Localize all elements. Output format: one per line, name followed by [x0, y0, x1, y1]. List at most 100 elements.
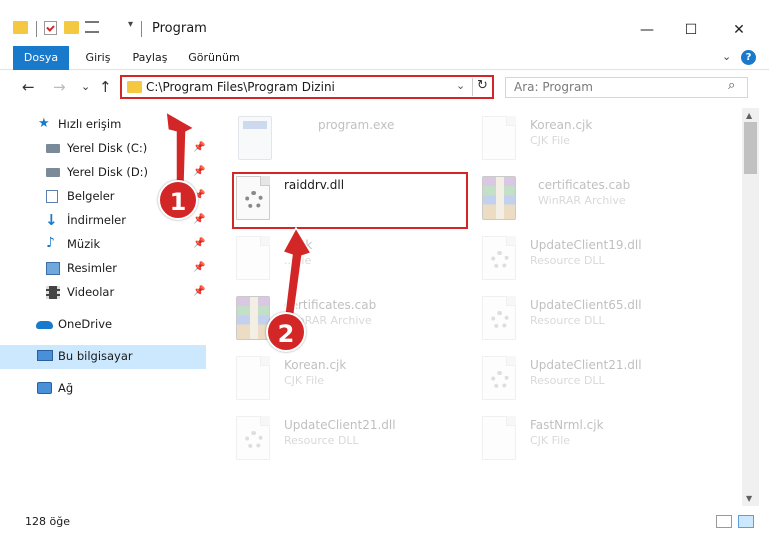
- document-icon: [482, 416, 516, 460]
- search-icon[interactable]: ⌕: [728, 78, 735, 93]
- star-icon: ★: [38, 116, 50, 131]
- sidebar-item-label: Belgeler: [67, 189, 115, 203]
- back-arrow-icon[interactable]: ←: [22, 78, 35, 96]
- details-view-icon[interactable]: [716, 515, 732, 528]
- pin-icon[interactable]: 📌: [193, 214, 205, 225]
- sidebar-item-label: Bu bilgisayar: [58, 349, 133, 363]
- ribbon-expand-icon[interactable]: ⌄: [722, 50, 731, 63]
- sidebar-item-onedrive[interactable]: OneDrive: [0, 313, 206, 337]
- sidebar-item-label: Ağ: [58, 381, 74, 395]
- file-item-updateclient65-dll[interactable]: UpdateClient65.dll Resource DLL: [482, 292, 712, 348]
- maximize-button[interactable]: ☐: [668, 16, 714, 44]
- sidebar-item-this-pc[interactable]: Bu bilgisayar: [0, 345, 206, 369]
- pin-icon[interactable]: 📌: [193, 142, 205, 153]
- file-name: ...cjk: [284, 238, 313, 252]
- scroll-down-icon[interactable]: ▼: [746, 494, 752, 503]
- sidebar-item-videos[interactable]: Videolar 📌: [0, 281, 206, 305]
- file-item-updateclient21-dll[interactable]: UpdateClient21.dll Resource DLL: [482, 352, 712, 408]
- callout-badge-2: 2: [266, 312, 306, 352]
- dll-icon: [482, 296, 516, 340]
- drive-icon: [46, 168, 60, 177]
- tab-home[interactable]: Giriş: [78, 46, 118, 70]
- view-options-icon[interactable]: [85, 21, 99, 33]
- recent-locations-icon[interactable]: ⌄: [81, 80, 90, 93]
- tab-view[interactable]: Görünüm: [184, 46, 244, 70]
- sidebar-item-music[interactable]: ♪ Müzik 📌: [0, 233, 206, 257]
- properties-icon[interactable]: [44, 21, 57, 35]
- documents-icon: [46, 190, 58, 203]
- pin-icon[interactable]: 📌: [193, 286, 205, 297]
- document-icon: [236, 356, 270, 400]
- vertical-scrollbar[interactable]: ▲ ▼: [742, 108, 759, 506]
- document-icon: [482, 116, 516, 160]
- rar-icon: [482, 176, 516, 220]
- sidebar-item-label: İndirmeler: [67, 213, 126, 227]
- minimize-button[interactable]: —: [624, 16, 670, 44]
- pin-icon[interactable]: 📌: [193, 262, 205, 273]
- sidebar-item-network[interactable]: Ağ: [0, 377, 206, 401]
- file-name: UpdateClient21.dll: [530, 358, 642, 372]
- window-title: Program: [152, 21, 207, 36]
- file-type: Resource DLL: [530, 374, 605, 387]
- sidebar-item-quick-access[interactable]: ★ Hızlı erişim: [0, 113, 206, 137]
- separator: [36, 21, 37, 37]
- document-icon: [236, 236, 270, 280]
- file-type: CJK File: [284, 374, 325, 387]
- search-input[interactable]: Ara: Program: [514, 80, 593, 94]
- folder-icon: [127, 81, 142, 93]
- search-box[interactable]: Ara: Program ⌕: [505, 77, 748, 98]
- cloud-icon: [36, 321, 53, 329]
- sidebar-item-drive-c[interactable]: Yerel Disk (C:) 📌: [0, 137, 206, 161]
- file-item-fastnrml-cjk[interactable]: FastNrml.cjk CJK File: [482, 412, 712, 468]
- file-item-certificates-cab[interactable]: certificates.cab WinRAR Archive: [482, 172, 712, 228]
- download-icon: ↓: [45, 211, 58, 229]
- sidebar-item-label: OneDrive: [58, 317, 113, 331]
- scroll-up-icon[interactable]: ▲: [746, 111, 752, 120]
- file-type: WinRAR Archive: [538, 194, 626, 207]
- file-type: CJK File: [530, 434, 571, 447]
- file-item-updateclient19-dll[interactable]: UpdateClient19.dll Resource DLL: [482, 232, 712, 288]
- address-path[interactable]: C:\Program Files\Program Dizini: [146, 80, 335, 94]
- file-type: Resource DLL: [530, 314, 605, 327]
- sidebar-item-pictures[interactable]: Resimler 📌: [0, 257, 206, 281]
- tab-share[interactable]: Paylaş: [128, 46, 172, 70]
- exe-icon: [238, 116, 272, 160]
- file-item-korean-cjk[interactable]: Korean.cjk CJK File: [236, 352, 466, 408]
- status-bar: 128 öğe: [0, 506, 769, 540]
- sidebar-item-label: Hızlı erişim: [58, 117, 122, 131]
- file-item-korean-cjk[interactable]: Korean.cjk CJK File: [482, 112, 712, 168]
- file-name: FastNrml.cjk: [530, 418, 604, 432]
- scroll-thumb[interactable]: [744, 122, 757, 174]
- sidebar-item-label: Müzik: [67, 237, 101, 251]
- help-icon[interactable]: ?: [741, 50, 756, 65]
- customize-dropdown-icon[interactable]: ▾: [128, 19, 133, 30]
- file-name: certificates.cab: [538, 178, 631, 192]
- file-name: Korean.cjk: [530, 118, 593, 132]
- pin-icon[interactable]: 📌: [193, 166, 205, 177]
- folder-icon: [13, 21, 28, 34]
- file-type: CJK File: [530, 134, 571, 147]
- address-dropdown-icon[interactable]: ⌄: [456, 79, 465, 92]
- title-bar: ▾ Program — ☐ ✕: [0, 0, 769, 46]
- file-item-cjk[interactable]: ...cjk ...file: [236, 232, 466, 288]
- file-name: UpdateClient65.dll: [530, 298, 642, 312]
- rar-icon: [236, 296, 270, 340]
- large-icons-view-icon[interactable]: [738, 515, 754, 528]
- address-bar[interactable]: C:\Program Files\Program Dizini ⌄ ↻: [120, 75, 494, 99]
- file-item-updateclient21-dll[interactable]: UpdateClient21.dll Resource DLL: [236, 412, 466, 468]
- sidebar-item-label: Videolar: [67, 285, 115, 299]
- up-arrow-icon[interactable]: ↑: [99, 78, 112, 96]
- sidebar-item-label: Yerel Disk (C:): [67, 141, 148, 155]
- pictures-icon: [46, 262, 60, 275]
- file-type: ...file: [284, 254, 312, 267]
- refresh-icon[interactable]: ↻: [472, 78, 492, 96]
- sidebar-item-label: Yerel Disk (D:): [67, 165, 149, 179]
- computer-icon: [37, 350, 53, 361]
- close-button[interactable]: ✕: [716, 16, 762, 44]
- forward-arrow-icon[interactable]: →: [53, 78, 66, 96]
- pin-icon[interactable]: 📌: [193, 238, 205, 249]
- file-list: program.exe raiddrv.dll ...cjk ...file c…: [210, 108, 742, 506]
- file-item-program-exe[interactable]: program.exe: [238, 112, 468, 168]
- drive-icon: [46, 144, 60, 153]
- new-folder-icon[interactable]: [64, 21, 79, 34]
